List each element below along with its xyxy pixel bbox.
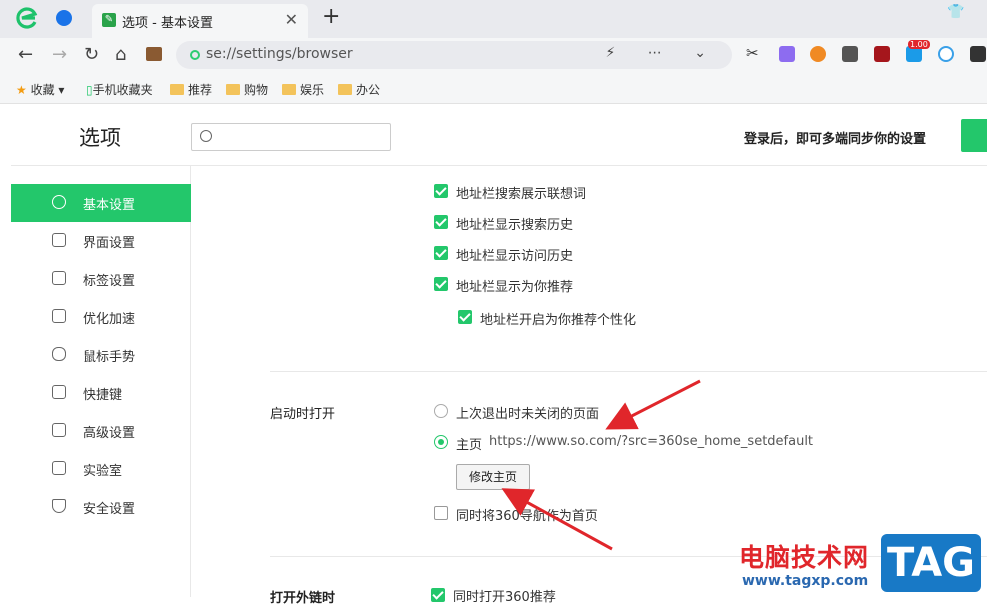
annotation-arrows [501,379,701,551]
arrow-to-modify-button [501,488,613,551]
watermark-text: 电脑技术网 [739,543,870,572]
watermark-tag: TAG [881,534,981,592]
arrow-to-homepage [605,379,701,430]
watermark-url: www.tagxp.com [742,573,869,589]
